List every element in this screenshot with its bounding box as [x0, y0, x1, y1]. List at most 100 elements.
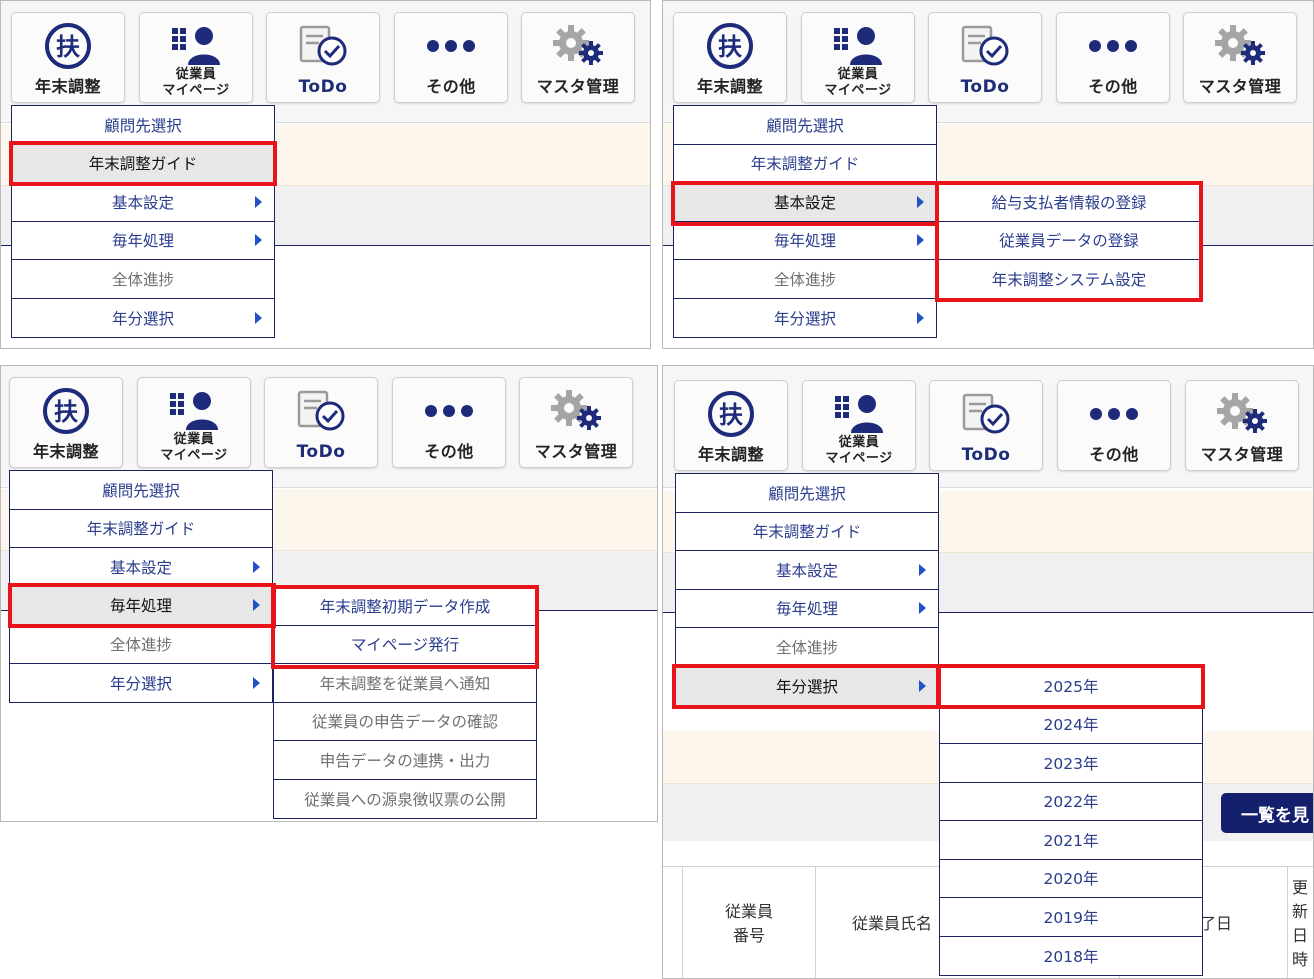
year-option[interactable]: 2025年 — [940, 667, 1202, 706]
todo-check-icon — [962, 393, 1010, 434]
menu-item-annual-process[interactable]: 毎年処理 — [676, 589, 938, 628]
svg-text:扶: 扶 — [719, 401, 743, 429]
other-label: その他 — [424, 442, 474, 461]
caret-right-icon — [255, 195, 262, 208]
year-option-label: 2024年 — [1043, 716, 1099, 735]
other-button[interactable]: その他 — [1056, 12, 1170, 103]
submenu-item-label: 年末調整を従業員へ通知 — [319, 674, 491, 693]
menu-item-annual-process[interactable]: 毎年処理 — [674, 221, 936, 260]
todo-button[interactable]: ToDo — [928, 12, 1042, 103]
menu-item-label: 顧問先選択 — [766, 116, 844, 135]
nenmatsu-menu: 顧問先選択 年末調整ガイド 基本設定 毎年処理 全体進捗 年分選択 — [675, 473, 939, 706]
submenu-item-system-settings[interactable]: 年末調整システム設定 — [938, 260, 1200, 299]
menu-item-label: 顧問先選択 — [768, 484, 846, 503]
menu-item-label: 顧問先選択 — [104, 116, 182, 135]
menu-item-label: 毎年処理 — [773, 232, 836, 251]
year-option[interactable]: 2023年 — [940, 744, 1202, 783]
year-option-label: 2025年 — [1043, 677, 1099, 696]
todo-label: ToDo — [296, 442, 346, 462]
menu-item-overall-progress[interactable]: 全体進捗 — [10, 625, 272, 664]
list-view-button[interactable]: 一覧を見 — [1221, 793, 1313, 833]
employee-mypage-button[interactable]: 従業員 マイページ — [139, 12, 253, 103]
menu-item-guide[interactable]: 年末調整ガイド — [674, 144, 936, 183]
caret-right-icon — [919, 679, 926, 692]
todo-check-icon — [961, 25, 1009, 66]
other-button[interactable]: その他 — [394, 12, 508, 103]
fu-kanji-icon: 扶 — [707, 23, 753, 69]
other-button[interactable]: その他 — [1057, 380, 1171, 471]
menu-item-basic-settings[interactable]: 基本設定 — [12, 183, 274, 222]
master-label: マスタ管理 — [536, 77, 620, 96]
year-option[interactable]: 2024年 — [940, 705, 1202, 744]
list-view-label: 一覧を見 — [1241, 805, 1309, 826]
master-button[interactable]: マスタ管理 — [1183, 12, 1297, 103]
menu-item-year-select[interactable]: 年分選択 — [10, 663, 272, 702]
other-label: その他 — [426, 77, 476, 96]
todo-label: ToDo — [298, 77, 348, 97]
nenmatsu-label: 年末調整 — [32, 442, 99, 461]
employee-label-line2: マイページ — [160, 448, 228, 463]
menu-item-annual-process[interactable]: 毎年処理 — [10, 586, 272, 625]
menu-item-client-select[interactable]: 顧問先選択 — [674, 106, 936, 145]
menu-item-annual-process[interactable]: 毎年処理 — [12, 221, 274, 260]
nenmatsu-button[interactable]: 扶 年末調整 — [11, 12, 125, 103]
submenu-item-label: マイページ発行 — [350, 636, 460, 655]
todo-button[interactable]: ToDo — [266, 12, 380, 103]
menu-item-label: 基本設定 — [111, 193, 174, 212]
submenu-item-notify-employees[interactable]: 年末調整を従業員へ通知 — [274, 664, 536, 703]
year-option[interactable]: 2019年 — [940, 898, 1202, 937]
nenmatsu-button[interactable]: 扶 年末調整 — [9, 377, 123, 468]
menu-item-client-select[interactable]: 顧問先選択 — [12, 106, 274, 145]
menu-item-label: 毎年処理 — [109, 597, 172, 616]
menu-item-overall-progress[interactable]: 全体進捗 — [12, 260, 274, 299]
submenu-item-employee-data[interactable]: 従業員データの登録 — [938, 221, 1200, 260]
submenu-item-check-declarations[interactable]: 従業員の申告データの確認 — [274, 702, 536, 741]
todo-button[interactable]: ToDo — [929, 380, 1043, 471]
employee-mypage-label: 従業員 マイページ — [140, 67, 252, 99]
menu-item-label: 全体進捗 — [109, 635, 172, 654]
todo-button[interactable]: ToDo — [264, 377, 378, 468]
menu-item-label: 年分選択 — [773, 309, 836, 328]
submenu-item-export-data[interactable]: 申告データの連携・出力 — [274, 741, 536, 780]
year-option[interactable]: 2018年 — [940, 936, 1202, 975]
employee-mypage-button[interactable]: 従業員 マイページ — [801, 12, 915, 103]
year-option[interactable]: 2020年 — [940, 859, 1202, 898]
employee-label-line2: マイページ — [162, 83, 230, 98]
menu-item-client-select[interactable]: 顧問先選択 — [10, 471, 272, 510]
col-updated-at[interactable]: 更新日時 — [1287, 867, 1313, 978]
nenmatsu-button[interactable]: 扶 年末調整 — [673, 12, 787, 103]
col-employee-number[interactable]: 従業員 番号 — [682, 867, 815, 978]
menu-item-overall-progress[interactable]: 全体進捗 — [674, 260, 936, 299]
submenu-item-payer-info[interactable]: 給与支払者情報の登録 — [938, 183, 1200, 222]
other-button[interactable]: その他 — [392, 377, 506, 468]
menu-item-guide[interactable]: 年末調整ガイド — [12, 144, 274, 183]
submenu-item-issue-mypage[interactable]: マイページ発行 — [274, 625, 536, 664]
employee-icon — [835, 395, 883, 433]
col-label: 了日 — [1200, 913, 1233, 933]
menu-item-client-select[interactable]: 顧問先選択 — [676, 474, 938, 513]
year-option[interactable]: 2021年 — [940, 821, 1202, 860]
employee-mypage-button[interactable]: 従業員 マイページ — [137, 377, 251, 468]
menu-item-basic-settings[interactable]: 基本設定 — [674, 183, 936, 222]
caret-right-icon — [255, 234, 262, 247]
year-option[interactable]: 2022年 — [940, 782, 1202, 821]
menu-item-year-select[interactable]: 年分選択 — [12, 298, 274, 337]
master-button[interactable]: マスタ管理 — [1185, 380, 1299, 471]
caret-right-icon — [253, 560, 260, 573]
svg-text:扶: 扶 — [54, 398, 78, 426]
menu-item-overall-progress[interactable]: 全体進捗 — [676, 628, 938, 667]
menu-item-year-select[interactable]: 年分選択 — [674, 298, 936, 337]
menu-item-year-select[interactable]: 年分選択 — [676, 666, 938, 705]
nenmatsu-button[interactable]: 扶 年末調整 — [674, 380, 788, 471]
master-button[interactable]: マスタ管理 — [519, 377, 633, 468]
menu-item-guide[interactable]: 年末調整ガイド — [676, 512, 938, 551]
menu-item-basic-settings[interactable]: 基本設定 — [10, 548, 272, 587]
menu-item-basic-settings[interactable]: 基本設定 — [676, 551, 938, 590]
submenu-item-initial-data[interactable]: 年末調整初期データ作成 — [274, 587, 536, 626]
col-label: 従業員氏名 — [852, 913, 933, 933]
fu-kanji-icon: 扶 — [43, 388, 89, 434]
master-button[interactable]: マスタ管理 — [521, 12, 635, 103]
submenu-item-publish-slips[interactable]: 従業員への源泉徴収票の公開 — [274, 779, 536, 818]
employee-mypage-button[interactable]: 従業員 マイページ — [802, 380, 916, 471]
menu-item-guide[interactable]: 年末調整ガイド — [10, 509, 272, 548]
